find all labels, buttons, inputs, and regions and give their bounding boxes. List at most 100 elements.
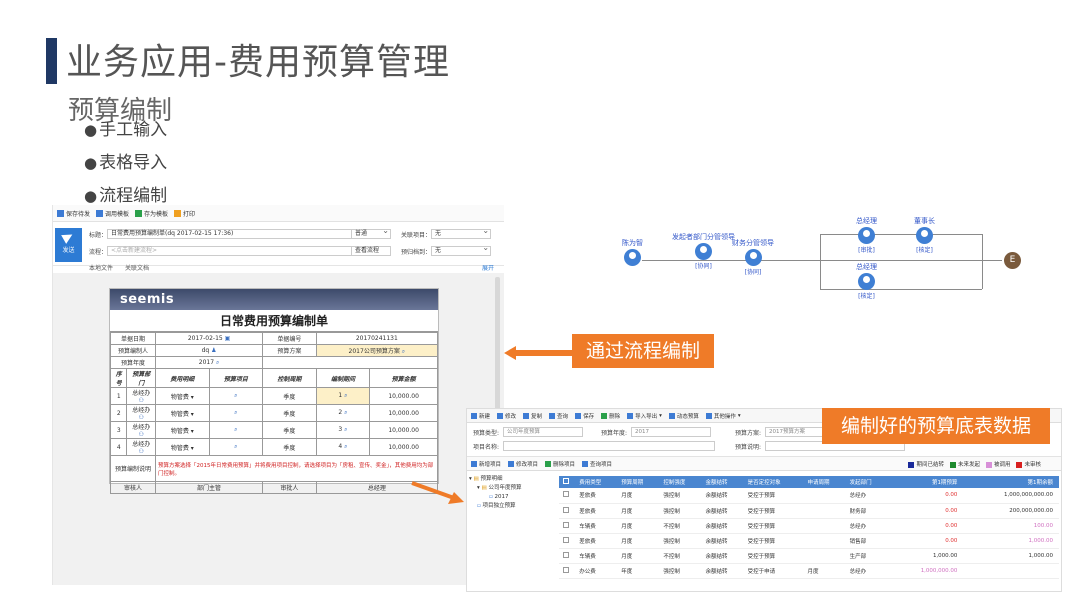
column-header[interactable]: 第1期预算 — [887, 476, 964, 488]
column-header[interactable]: 是否定控对象 — [743, 476, 804, 488]
table-row[interactable]: 差旅费 月度 强控制 余额结转 受控于预算 财务部 0.00 200,000,0… — [559, 503, 1059, 519]
tree-node[interactable]: ▫ 2017 — [469, 493, 559, 502]
budget-item-cell[interactable]: ⌕ — [208, 438, 264, 456]
plan-field[interactable]: 2017公司预算方案 ⌕ — [315, 344, 439, 357]
grid-cell — [803, 533, 846, 549]
import-export-button[interactable]: 导入导出 ▾ — [627, 412, 662, 420]
save-button[interactable]: 保存 — [575, 412, 594, 420]
flow-node-finance[interactable]: 财务分管领导 [协同] — [732, 238, 774, 276]
edit-item-button[interactable]: 修改项目 — [508, 460, 538, 468]
row-checkbox[interactable] — [559, 518, 576, 534]
dynamic-budget-button[interactable]: 动态预算 — [668, 412, 699, 420]
note-text[interactable]: 预算方案选择「2015年日常费用预算」并将费用项目控制，请选择项目为「房租、宣传… — [155, 455, 438, 482]
table-row[interactable]: 车辆费 月度 不控制 余额结转 受控于预算 生产部 1,000.00 1,000… — [559, 548, 1059, 564]
local-file-link[interactable]: 本地文件 — [89, 263, 113, 272]
node-label: 总经理 — [856, 217, 877, 225]
process-input[interactable]: <点击新建流程> — [107, 246, 360, 256]
edit-button[interactable]: 修改 — [497, 412, 516, 420]
item-input[interactable] — [503, 441, 716, 451]
folder-icon: ▤ — [473, 476, 479, 482]
row-checkbox[interactable] — [559, 503, 576, 519]
grid-cell: 余额结转 — [701, 563, 744, 579]
expense-cell[interactable]: 物管费 ▾ — [155, 387, 210, 405]
tree-node[interactable]: ▾ ▤ 预算明细 — [469, 475, 559, 484]
query-item-button[interactable]: 查询项目 — [582, 460, 612, 468]
column-header[interactable]: 费用类型 — [575, 476, 618, 488]
year-label: 预算年度: — [601, 429, 628, 437]
flow-node-start[interactable]: 陈为智 — [622, 238, 643, 267]
tree-node[interactable]: ▾ ▤ 公司年度预算 — [469, 484, 559, 493]
column-header[interactable]: 第1期余额 — [963, 476, 1059, 488]
other-actions-button[interactable]: 其他操作 ▾ — [705, 412, 741, 420]
priority-select[interactable]: 普通 — [351, 227, 391, 239]
type-input[interactable]: 公司年度预算 — [503, 427, 584, 437]
compile-period-cell[interactable]: 2 ⌕ — [315, 404, 371, 422]
budget-item-cell[interactable]: ⌕ — [208, 421, 264, 439]
dept-cell[interactable]: 总经办 ⚇ — [126, 438, 156, 456]
legend-item: 期间已结转 — [908, 460, 944, 468]
row-checkbox[interactable] — [559, 548, 576, 564]
person-field[interactable]: dq ♟ — [154, 344, 264, 357]
save-template-button[interactable]: 存为模板 — [135, 209, 168, 218]
amount-cell[interactable]: 10,000.00 — [369, 404, 438, 422]
title-input[interactable]: 日常费用预算编制单(dq 2017-02-15 17:36) — [107, 229, 360, 239]
row-checkbox[interactable] — [559, 488, 576, 504]
add-item-button[interactable]: 新增项目 — [471, 460, 501, 468]
column-header[interactable]: 预算周期 — [617, 476, 660, 488]
dept-cell[interactable]: 总经办 ⚇ — [126, 387, 156, 405]
dept-cell[interactable]: 总经办 ⚇ — [126, 421, 156, 439]
row-checkbox[interactable] — [559, 563, 576, 579]
person-icon — [916, 227, 933, 244]
compile-period-cell[interactable]: 3 ⌕ — [315, 421, 371, 439]
tree-node[interactable]: ▫ 项目独立预算 — [469, 502, 559, 511]
copy-button[interactable]: 复制 — [523, 412, 542, 420]
select-all-header[interactable] — [559, 476, 576, 488]
table-row[interactable]: 车辆费 月度 不控制 余额结转 受控于预算 总经办 0.00 100.00 — [559, 518, 1059, 534]
table-row[interactable]: 差旅费 月度 强控制 余额结转 受控于预算 总经办 0.00 1,000,000… — [559, 488, 1059, 504]
amount-cell[interactable]: 10,000.00 — [369, 438, 438, 456]
compile-period-cell[interactable]: 4 ⌕ — [315, 438, 371, 456]
column-header[interactable]: 发起部门 — [845, 476, 888, 488]
use-template-button[interactable]: 调用模板 — [96, 209, 129, 218]
new-button[interactable]: 新建 — [471, 412, 490, 420]
delete-item-button[interactable]: 删除项目 — [545, 460, 575, 468]
related-select[interactable]: 无 — [431, 227, 492, 239]
expand-link[interactable]: 展开 — [482, 263, 494, 272]
flow-node-gm-confirm[interactable]: 总经理 [核定] — [856, 262, 877, 300]
view-flow-button[interactable]: 查看流程 — [351, 246, 391, 256]
send-button[interactable]: 发送 — [55, 228, 82, 262]
delete-button[interactable]: 删除 — [601, 412, 620, 420]
table-row[interactable]: 办公费 年度 强控制 余额结转 受控于申请 月度 总经办 1,000,000.0… — [559, 563, 1059, 579]
grid-cell — [803, 503, 846, 519]
expense-cell[interactable]: 物管费 ▾ — [155, 421, 210, 439]
column-header[interactable]: 控制强度 — [659, 476, 702, 488]
expense-cell[interactable]: 物管费 ▾ — [155, 438, 210, 456]
query-button[interactable]: 查询 — [549, 412, 568, 420]
flow-node-chairman[interactable]: 董事长 [核定] — [914, 216, 935, 254]
flow-node-gm-approve[interactable]: 总经理 [审批] — [856, 216, 877, 254]
column-header[interactable]: 金额结转 — [701, 476, 744, 488]
column-header[interactable]: 申请周期 — [803, 476, 846, 488]
legend-item: 未来发起 — [949, 460, 980, 468]
budget-item-cell[interactable]: ⌕ — [208, 387, 264, 405]
expense-cell[interactable]: 物管费 ▾ — [155, 404, 210, 422]
amount-cell[interactable]: 10,000.00 — [369, 387, 438, 405]
row-checkbox[interactable] — [559, 533, 576, 549]
budget-item-cell[interactable]: ⌕ — [208, 404, 264, 422]
compile-period-cell[interactable]: 1 ⌕ — [315, 387, 371, 405]
grid-cell: 车辆费 — [575, 518, 618, 534]
dept-cell[interactable]: 总经办 ⚇ — [126, 404, 156, 422]
year-input[interactable]: 2017 — [631, 427, 712, 437]
deadline-select[interactable]: 无 — [431, 244, 492, 256]
year-field[interactable]: 2017 ⌕ — [154, 356, 264, 369]
flow-end-node[interactable]: E — [1004, 252, 1021, 269]
print-button[interactable]: 打印 — [174, 209, 195, 218]
save-draft-button[interactable]: 保存待发 — [57, 209, 90, 218]
flow-node-dept-lead[interactable]: 发起者部门分管领导 [协同] — [672, 232, 735, 270]
related-doc-link[interactable]: 关联文档 — [125, 263, 149, 272]
search-icon: ⌕ — [344, 409, 348, 416]
table-row[interactable]: 差旅费 月度 强控制 余额结转 受控于预算 销售部 0.00 1,000.00 — [559, 533, 1059, 549]
grid-cell: 余额结转 — [701, 533, 744, 549]
date-field[interactable]: 2017-02-15 ▣ — [154, 332, 264, 345]
amount-cell[interactable]: 10,000.00 — [369, 421, 438, 439]
